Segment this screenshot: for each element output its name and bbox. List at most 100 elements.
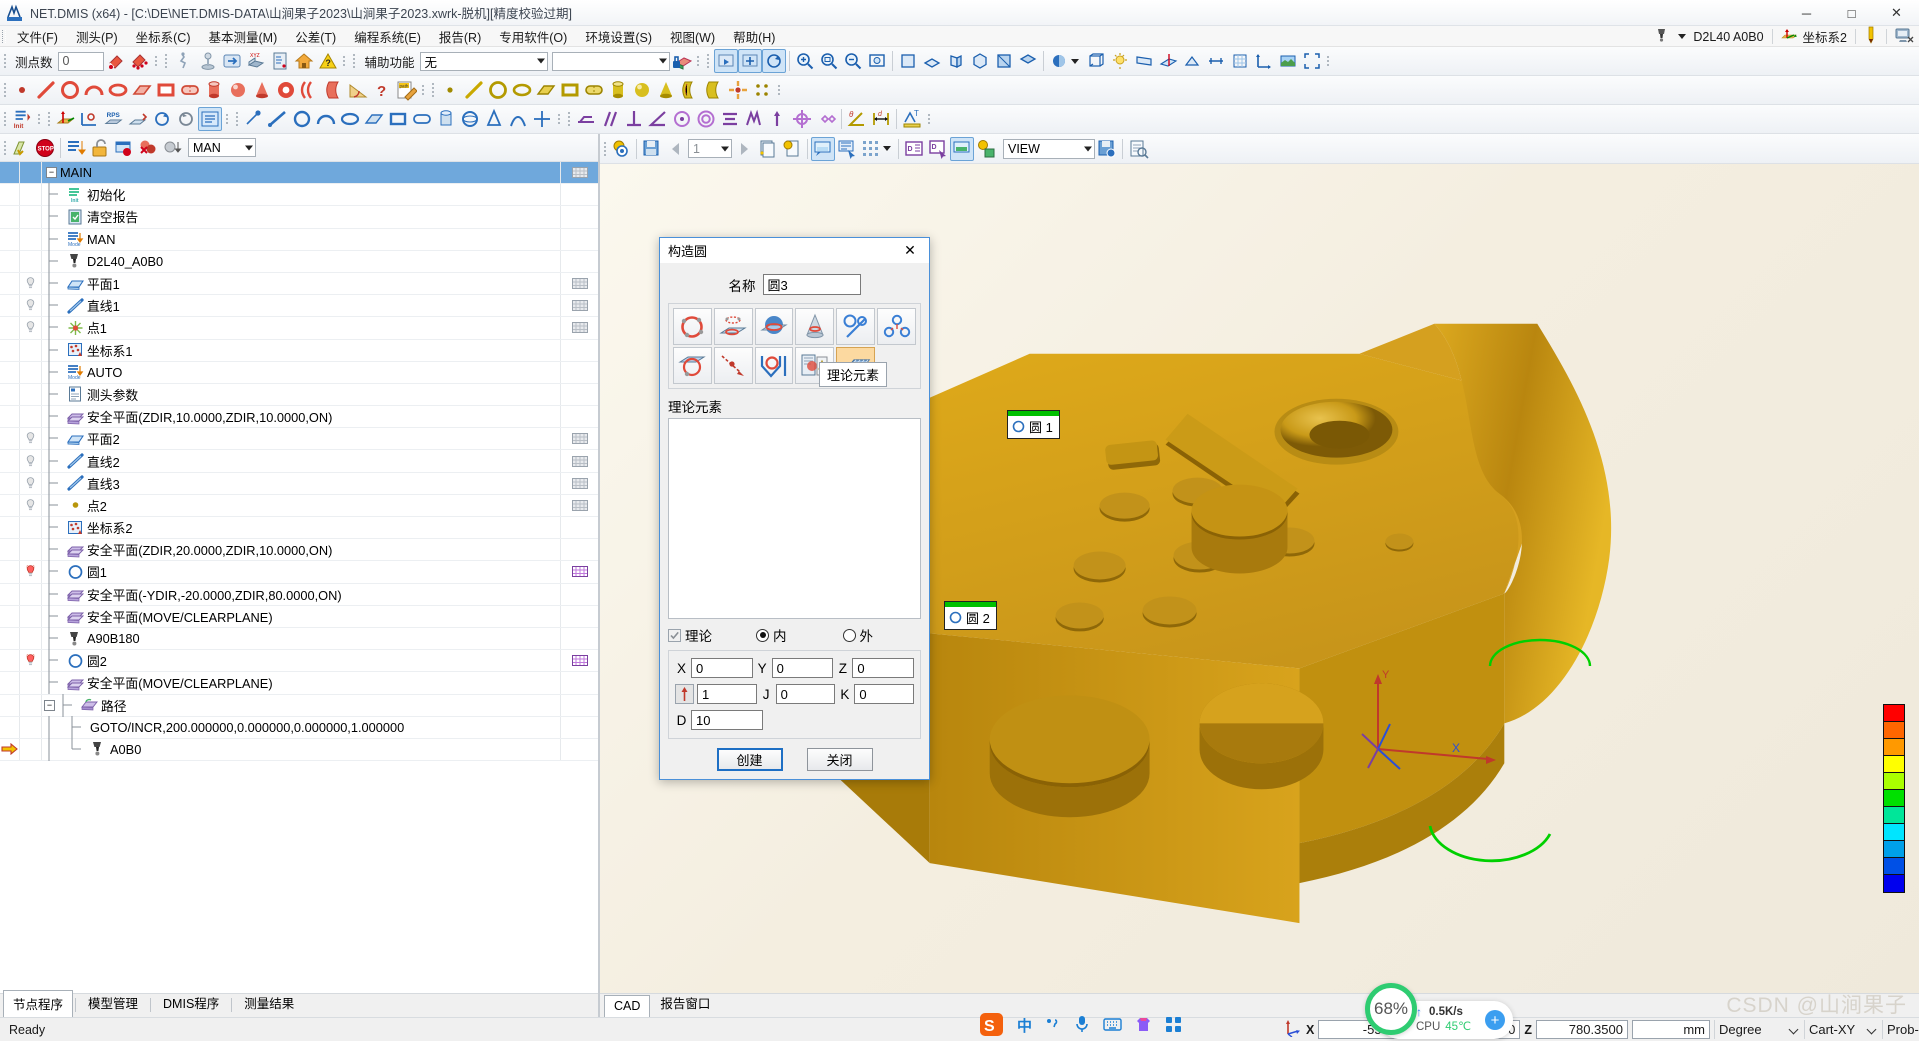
left-tab-0[interactable]: 节点程序 [3, 990, 74, 1018]
machine-coord-icon[interactable]: XYZ [244, 49, 268, 73]
measure-dist-icon[interactable] [1204, 49, 1228, 73]
view-bottom-icon[interactable] [1016, 49, 1040, 73]
toolbar-overflow-8[interactable] [222, 108, 231, 130]
measure-circle-icon[interactable] [58, 78, 82, 102]
tree-row[interactable]: − 路径 [0, 693, 598, 717]
dim-angle-icon[interactable]: θ [845, 107, 869, 131]
tree-row[interactable]: 圆2 [0, 649, 598, 673]
left-tab-2[interactable]: DMIS程序 [153, 989, 229, 1017]
point-count-input[interactable]: 0 [57, 51, 104, 71]
minimize-button[interactable]: ─ [1784, 0, 1829, 26]
unlock-icon[interactable] [88, 136, 112, 160]
cad-save-icon[interactable] [640, 137, 664, 161]
report-settings-icon[interactable] [974, 137, 998, 161]
construct-sphere-icon[interactable] [458, 107, 482, 131]
tree-row[interactable]: 圆1 [0, 560, 598, 584]
tree-row-visibility-bulb-icon[interactable] [20, 650, 42, 672]
tree-row[interactable]: 安全平面(MOVE/CLEARPLANE) [0, 671, 598, 695]
dmis-pick-icon[interactable]: D [926, 137, 950, 161]
view-side-icon[interactable] [944, 49, 968, 73]
menu-file[interactable]: 文件(F) [8, 25, 67, 48]
construct-curve-icon[interactable] [506, 107, 530, 131]
delete-marker-icon[interactable] [136, 136, 160, 160]
view-pan-icon[interactable] [737, 49, 762, 73]
projected-circle-icon[interactable] [713, 308, 753, 345]
cad-tab-1[interactable]: 报告窗口 [650, 989, 720, 1017]
add-widget-icon[interactable]: + [1485, 1010, 1505, 1030]
cone-section-circle-icon[interactable] [795, 308, 835, 345]
show-labels-icon[interactable] [811, 136, 835, 161]
tol-runout-icon[interactable] [814, 107, 838, 131]
j-input[interactable]: 0 [775, 684, 836, 704]
save-view-icon[interactable] [1095, 137, 1119, 161]
flip-vector-icon[interactable] [675, 684, 694, 704]
tree-row[interactable]: 直线1 [0, 294, 598, 318]
toolbar-overflow-10[interactable] [924, 108, 933, 130]
create-button[interactable]: 创建 [716, 748, 783, 771]
tol-straightness-icon[interactable] [766, 107, 790, 131]
run-program-icon[interactable] [9, 136, 33, 160]
tree-expander-icon[interactable]: − [44, 699, 55, 711]
tree-row-grid-icon[interactable] [560, 428, 598, 450]
shade-dropdown-icon[interactable] [1070, 58, 1079, 64]
lock-plane-icon[interactable] [670, 49, 694, 73]
outer-radio[interactable] [842, 628, 856, 642]
tree-row-visibility-bulb-icon[interactable] [20, 561, 42, 583]
x-input[interactable]: 0 [691, 658, 753, 678]
erase-all-points-icon[interactable] [128, 49, 152, 73]
tree-row[interactable]: 直线2 [0, 449, 598, 473]
toolbar-overflow-3[interactable] [694, 50, 703, 72]
tol-perpendicular-icon[interactable] [622, 107, 646, 131]
keyboard-icon[interactable] [1103, 1017, 1122, 1035]
zoom-window-icon[interactable] [817, 49, 841, 73]
aux-function-combo-2[interactable] [551, 51, 670, 71]
cad-view-eye-icon[interactable] [609, 137, 633, 161]
tree-row[interactable]: 安全平面(MOVE/CLEARPLANE) [0, 604, 598, 628]
close-button[interactable]: ✕ [1874, 0, 1919, 26]
tree-row[interactable]: 坐标系1 [0, 338, 598, 362]
zoom-all-icon[interactable] [865, 49, 889, 73]
maximize-button[interactable]: □ [1829, 0, 1874, 26]
three-circles-icon[interactable] [877, 308, 916, 345]
construct-cone-icon[interactable] [482, 107, 506, 131]
tol-position-icon[interactable] [790, 107, 814, 131]
tree-row-visibility-bulb-icon[interactable] [20, 450, 42, 472]
tree-row-grid-icon[interactable] [560, 450, 598, 472]
measure-angle-icon[interactable] [346, 78, 370, 102]
i-input[interactable]: 1 [697, 684, 757, 704]
csys-offset-icon[interactable] [126, 107, 150, 131]
menu-report[interactable]: 报告(R) [430, 25, 490, 48]
menu-tolerance[interactable]: 公差(T) [286, 25, 345, 48]
left-tab-3[interactable]: 测量结果 [234, 989, 304, 1017]
measure-surface-icon[interactable] [322, 78, 346, 102]
help-feature-icon[interactable]: ? [370, 78, 394, 102]
view-front-icon[interactable] [896, 49, 920, 73]
tree-row[interactable]: 坐标系2 [0, 516, 598, 540]
path-edit-icon[interactable]: path [394, 78, 418, 102]
toolbar-overflow-9[interactable] [554, 108, 563, 130]
tree-row[interactable]: GOTO/INCR,200.000000,0.000000,0.000000,1… [0, 715, 598, 739]
theo-line-icon[interactable] [462, 78, 486, 102]
construct-intersect-icon[interactable] [530, 107, 554, 131]
construct-point-icon[interactable] [242, 107, 266, 131]
ime-language[interactable]: 中 [1017, 1015, 1032, 1036]
measure-ellipse-icon[interactable] [106, 78, 130, 102]
construct-slot-icon[interactable] [410, 107, 434, 131]
zoom-fit-icon[interactable] [841, 49, 865, 73]
tree-row-visibility-bulb-icon[interactable] [20, 472, 42, 494]
view-back-icon[interactable] [992, 49, 1016, 73]
window-marker-icon[interactable] [112, 136, 136, 160]
circle-in-vee-icon[interactable] [754, 347, 794, 384]
measure-arc-icon[interactable] [82, 78, 106, 102]
theory-checkbox[interactable] [668, 628, 681, 642]
theo-rect-icon[interactable] [558, 78, 582, 102]
mode-combo[interactable]: MAN [188, 138, 256, 157]
punctuation-icon[interactable] [1045, 1016, 1061, 1035]
csys-list-icon[interactable] [198, 107, 222, 131]
d-input[interactable]: 10 [691, 710, 763, 730]
angle-units-combo[interactable]: Degree [1713, 1020, 1800, 1039]
tree-row-grid-icon[interactable] [560, 650, 598, 672]
tree-row-grid-icon[interactable] [560, 317, 598, 339]
tol-flatness-icon[interactable] [574, 107, 598, 131]
menu-environment[interactable]: 环境设置(S) [576, 25, 661, 48]
